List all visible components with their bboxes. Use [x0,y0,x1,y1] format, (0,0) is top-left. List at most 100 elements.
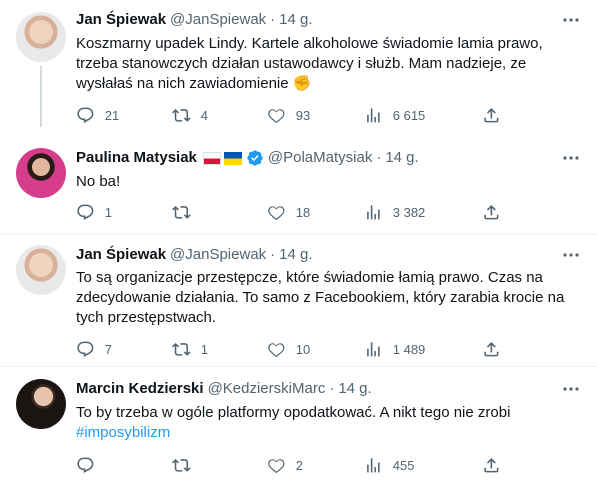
share-button[interactable] [482,203,501,222]
share-button[interactable] [482,456,501,475]
name-flags [202,151,242,165]
share-icon [484,458,499,473]
tweet-text: Koszmarny upadek Lindy. Kartele alkoholo… [76,34,576,94]
author-name[interactable]: Marcin Kedzierski [76,379,204,399]
tweet-header: Marcin Kedzierski @KedzierskiMarc · 14 g… [76,379,372,399]
share-icon [484,205,499,220]
views-icon [367,458,380,473]
views-count: 1 489 [392,341,426,357]
avatar[interactable] [16,245,66,295]
reply-count: 1 [104,204,112,220]
tweet-3[interactable]: Jan Śpiewak @JanSpiewak · 14 g. To są or… [0,235,597,366]
views-button[interactable]: 455 [364,456,414,475]
retweet-button[interactable]: 1 [172,340,208,359]
tweet-2[interactable]: Paulina Matysiak @PolaMatysiak · 14 g. N… [0,140,597,235]
reply-icon [77,457,94,473]
more-icon[interactable] [561,247,581,263]
reply-icon [77,107,94,123]
like-button[interactable]: 18 [267,203,310,222]
more-icon[interactable] [561,12,581,28]
author-handle[interactable]: @JanSpiewak [170,10,266,30]
separator-dot: · [329,380,335,397]
timestamp[interactable]: 14 g. [338,379,371,399]
reply-count: 21 [104,107,120,123]
retweet-count: 4 [200,107,208,123]
author-handle[interactable]: @PolaMatysiak [268,148,372,168]
more-icon[interactable] [561,381,581,397]
flag-poland-icon [202,151,221,165]
like-icon [268,206,285,221]
retweet-icon [172,459,191,472]
author-handle[interactable]: @JanSpiewak [170,245,266,265]
like-icon [268,343,285,358]
tweet-text-line: tych przestępstwach. [76,309,217,326]
avatar[interactable] [16,379,66,429]
share-icon [484,108,499,123]
action-bar: 21 4 93 6 615 [76,106,506,126]
reply-icon [77,204,94,220]
timestamp[interactable]: 14 g. [385,148,418,168]
tweet-text: To by trzeba w ogóle platformy opodatkow… [76,403,576,443]
tweet-text-line: zdecydowanie działania. To samo z Facebo… [76,289,565,306]
verified-badge-icon[interactable] [246,149,264,167]
reply-icon [77,341,94,357]
author-handle[interactable]: @KedzierskiMarc [208,379,326,399]
like-button[interactable]: 10 [267,340,310,359]
retweet-icon [172,206,191,219]
more-icon[interactable] [561,150,581,166]
share-button[interactable] [482,340,501,359]
tweet-4[interactable]: Marcin Kedzierski @KedzierskiMarc · 14 g… [0,367,597,487]
author-name[interactable]: Paulina Matysiak [76,148,197,168]
retweet-button[interactable]: 4 [172,106,208,125]
tweet-text: No ba! [76,172,576,192]
views-icon [367,205,380,220]
timestamp[interactable]: 14 g. [279,10,312,30]
views-button[interactable]: 3 382 [364,203,425,222]
reply-button[interactable]: 7 [76,340,112,359]
hashtag-link[interactable]: #imposybilizm [76,424,170,441]
retweet-button[interactable] [172,456,201,475]
like-icon [268,459,285,474]
retweet-icon [172,109,191,122]
tweet-text-line: To są organizacje przestępcze, które świ… [76,269,543,286]
reply-button[interactable]: 21 [76,106,119,125]
retweet-button[interactable] [172,203,201,222]
tweet-text-line: No ba! [76,173,121,190]
tweet-text-line: To by trzeba w ogóle platformy opodatkow… [76,404,511,421]
views-count: 6 615 [392,107,426,123]
thread-line [40,66,42,127]
action-bar: 1 18 3 382 [76,203,506,223]
separator-dot: · [270,11,276,28]
like-count: 18 [295,204,311,220]
action-bar: 2 455 [76,456,506,476]
action-bar: 7 1 10 1 489 [76,340,506,360]
avatar[interactable] [16,12,66,62]
like-button[interactable]: 2 [267,456,303,475]
share-icon [484,342,499,357]
reply-button[interactable]: 1 [76,203,112,222]
reply-count: 7 [104,341,112,357]
timestamp[interactable]: 14 g. [279,245,312,265]
tweet-1[interactable]: Jan Śpiewak @JanSpiewak · 14 g. Koszmarn… [0,0,597,127]
author-name[interactable]: Jan Śpiewak [76,245,166,265]
views-button[interactable]: 6 615 [364,106,425,125]
tweet-text: To są organizacje przestępcze, które świ… [76,268,576,328]
reply-button[interactable] [76,456,105,475]
like-icon [268,109,285,124]
tweet-text-line: Koszmarny upadek Lindy. Kartele alkoholo… [76,35,543,52]
tweet-text-line: trzeba stanowczych działan ustawodawcy i… [76,55,527,72]
views-count: 455 [392,457,415,473]
like-count: 10 [295,341,311,357]
like-button[interactable]: 93 [267,106,310,125]
tweet-header: Paulina Matysiak @PolaMatysiak · 14 g. [76,148,419,168]
like-count: 93 [295,107,311,123]
views-button[interactable]: 1 489 [364,340,425,359]
tweet-header: Jan Śpiewak @JanSpiewak · 14 g. [76,245,313,265]
share-button[interactable] [482,106,501,125]
retweet-count: 1 [200,341,208,357]
author-name[interactable]: Jan Śpiewak [76,10,166,30]
views-icon [367,108,380,123]
avatar[interactable] [16,148,66,198]
tweet-text-line: wysłałaś na nich zawiadomienie ✊ [76,75,312,92]
flag-ukraine-icon [223,151,242,165]
